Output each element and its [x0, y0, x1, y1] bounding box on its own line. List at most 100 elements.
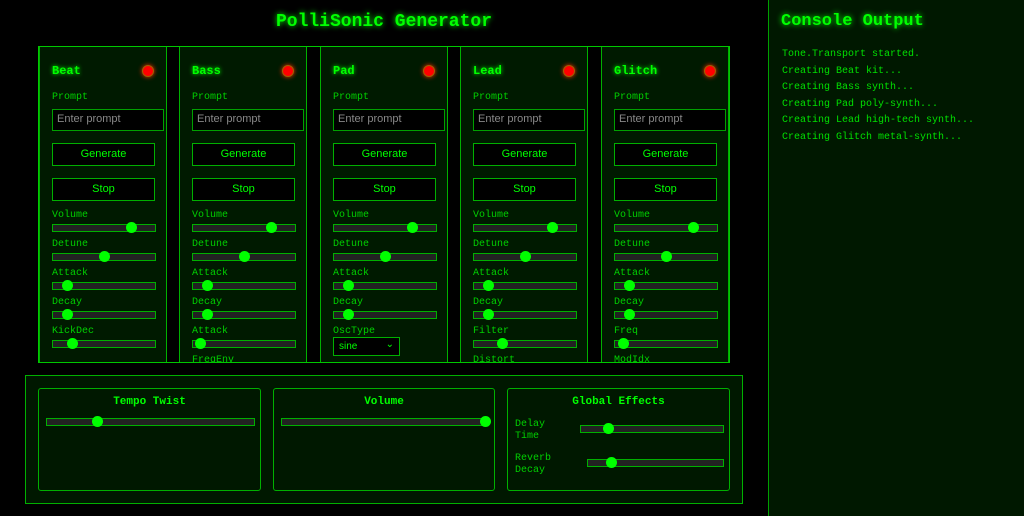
slider-label: Filter: [473, 326, 510, 337]
slider-thumb[interactable]: [618, 338, 630, 349]
slider-thumb[interactable]: [202, 280, 214, 291]
detune-slider[interactable]: [192, 251, 296, 262]
volume-slider[interactable]: [192, 222, 296, 233]
reverb-decay-slider[interactable]: [587, 457, 724, 468]
generate-button[interactable]: Generate: [614, 143, 717, 166]
stop-button[interactable]: Stop: [192, 178, 295, 201]
slider-thumb[interactable]: [125, 222, 137, 233]
attack-slider[interactable]: [333, 280, 437, 291]
slider-thumb[interactable]: [479, 416, 491, 427]
decay-slider[interactable]: [614, 309, 718, 320]
slider-label: Detune: [192, 239, 229, 250]
console-line: Creating Lead high-tech synth...: [782, 115, 975, 126]
prompt-input[interactable]: Enter prompt: [192, 109, 304, 131]
slider-label: Volume: [333, 210, 370, 221]
channel-name: Glitch: [614, 64, 658, 78]
slider-label: Volume: [192, 210, 229, 221]
freq-slider[interactable]: [614, 338, 718, 349]
stop-button[interactable]: Stop: [333, 178, 436, 201]
stop-button[interactable]: Stop: [52, 178, 155, 201]
attack-slider[interactable]: [192, 338, 296, 349]
generate-button[interactable]: Generate: [52, 143, 155, 166]
slider-label: Decay: [192, 297, 223, 308]
slider-label: ModIdx: [614, 355, 651, 363]
slider-thumb[interactable]: [624, 280, 636, 291]
generate-button[interactable]: Generate: [473, 143, 576, 166]
slider-thumb[interactable]: [687, 222, 699, 233]
detune-slider[interactable]: [333, 251, 437, 262]
channel-pad: Pad Prompt Enter prompt Generate Stop Vol…: [320, 47, 448, 362]
attack-slider[interactable]: [52, 280, 156, 291]
kickdec-slider[interactable]: [52, 338, 156, 349]
slider-thumb[interactable]: [239, 251, 250, 262]
prompt-input[interactable]: Enter prompt: [473, 109, 585, 131]
status-led-icon: [704, 65, 716, 77]
channel-name: Pad: [333, 64, 355, 78]
effects-title: Global Effects: [572, 396, 665, 408]
console-line: Creating Beat kit...: [782, 65, 903, 77]
slider-label: Detune: [614, 239, 651, 250]
slider-thumb[interactable]: [99, 251, 110, 262]
detune-slider[interactable]: [52, 251, 156, 262]
detune-slider[interactable]: [473, 251, 577, 262]
effects-box: Global Effects Delay Time Reverb Decay: [507, 388, 730, 491]
slider-thumb[interactable]: [496, 338, 508, 349]
prompt-input[interactable]: Enter prompt: [614, 109, 726, 131]
slider-thumb[interactable]: [202, 309, 214, 320]
volume-slider[interactable]: [52, 222, 156, 233]
stop-button[interactable]: Stop: [614, 178, 717, 201]
slider-thumb[interactable]: [343, 280, 355, 291]
detune-slider[interactable]: [614, 251, 718, 262]
slider-thumb[interactable]: [605, 457, 617, 468]
tempo-slider[interactable]: [46, 416, 255, 427]
slider-thumb[interactable]: [91, 416, 103, 427]
master-volume-slider[interactable]: [281, 416, 491, 427]
volume-slider[interactable]: [333, 222, 437, 233]
slider-thumb[interactable]: [67, 338, 79, 349]
decay-slider[interactable]: [52, 309, 156, 320]
volume-slider[interactable]: [614, 222, 718, 233]
slider-thumb[interactable]: [602, 423, 614, 434]
slider-label: Attack: [52, 268, 89, 279]
slider-thumb[interactable]: [265, 222, 277, 233]
slider-thumb[interactable]: [520, 251, 531, 262]
prompt-input[interactable]: Enter prompt: [333, 109, 445, 131]
slider-thumb[interactable]: [406, 222, 418, 233]
filter-slider[interactable]: [473, 338, 577, 349]
volume-slider[interactable]: [473, 222, 577, 233]
slider-thumb[interactable]: [195, 338, 207, 349]
global-controls: Tempo Twist Volume Global Effects Delay …: [25, 375, 743, 504]
slider-label: Attack: [473, 268, 510, 279]
slider-thumb[interactable]: [661, 251, 672, 262]
channel-beat: Beat Prompt Enter prompt Generate Stop Vo…: [39, 47, 167, 362]
delay-time-slider[interactable]: [580, 423, 724, 434]
attack-slider[interactable]: [614, 280, 718, 291]
slider-thumb[interactable]: [343, 309, 355, 320]
chevron-down-icon: ⌄: [385, 339, 394, 350]
slider-label: FreqEnv: [192, 355, 235, 363]
slider-thumb[interactable]: [624, 309, 636, 320]
slider-thumb[interactable]: [483, 309, 495, 320]
slider-thumb[interactable]: [380, 251, 391, 262]
slider-thumb[interactable]: [62, 309, 74, 320]
slider-label: Detune: [52, 239, 89, 250]
generate-button[interactable]: Generate: [192, 143, 295, 166]
generate-button[interactable]: Generate: [333, 143, 436, 166]
decay-slider[interactable]: [473, 309, 577, 320]
stop-button[interactable]: Stop: [473, 178, 576, 201]
slider-thumb[interactable]: [546, 222, 558, 233]
console-line: Creating Bass synth...: [782, 82, 915, 93]
slider-thumb[interactable]: [62, 280, 74, 291]
osc-type-select[interactable]: sine ⌄: [333, 337, 400, 356]
attack-slider[interactable]: [473, 280, 577, 291]
console-line: Creating Glitch metal-synth...: [782, 131, 963, 143]
volume-box: Volume: [273, 388, 495, 491]
prompt-input[interactable]: Enter prompt: [52, 109, 164, 131]
slider-thumb[interactable]: [483, 280, 495, 291]
tempo-title: Tempo Twist: [113, 396, 186, 408]
channels-panel[interactable]: Beat Prompt Enter prompt Generate Stop Vo…: [38, 46, 730, 363]
decay-slider[interactable]: [192, 309, 296, 320]
attack-slider[interactable]: [192, 280, 296, 291]
decay-slider[interactable]: [333, 309, 437, 320]
slider-label: Decay: [614, 297, 645, 308]
